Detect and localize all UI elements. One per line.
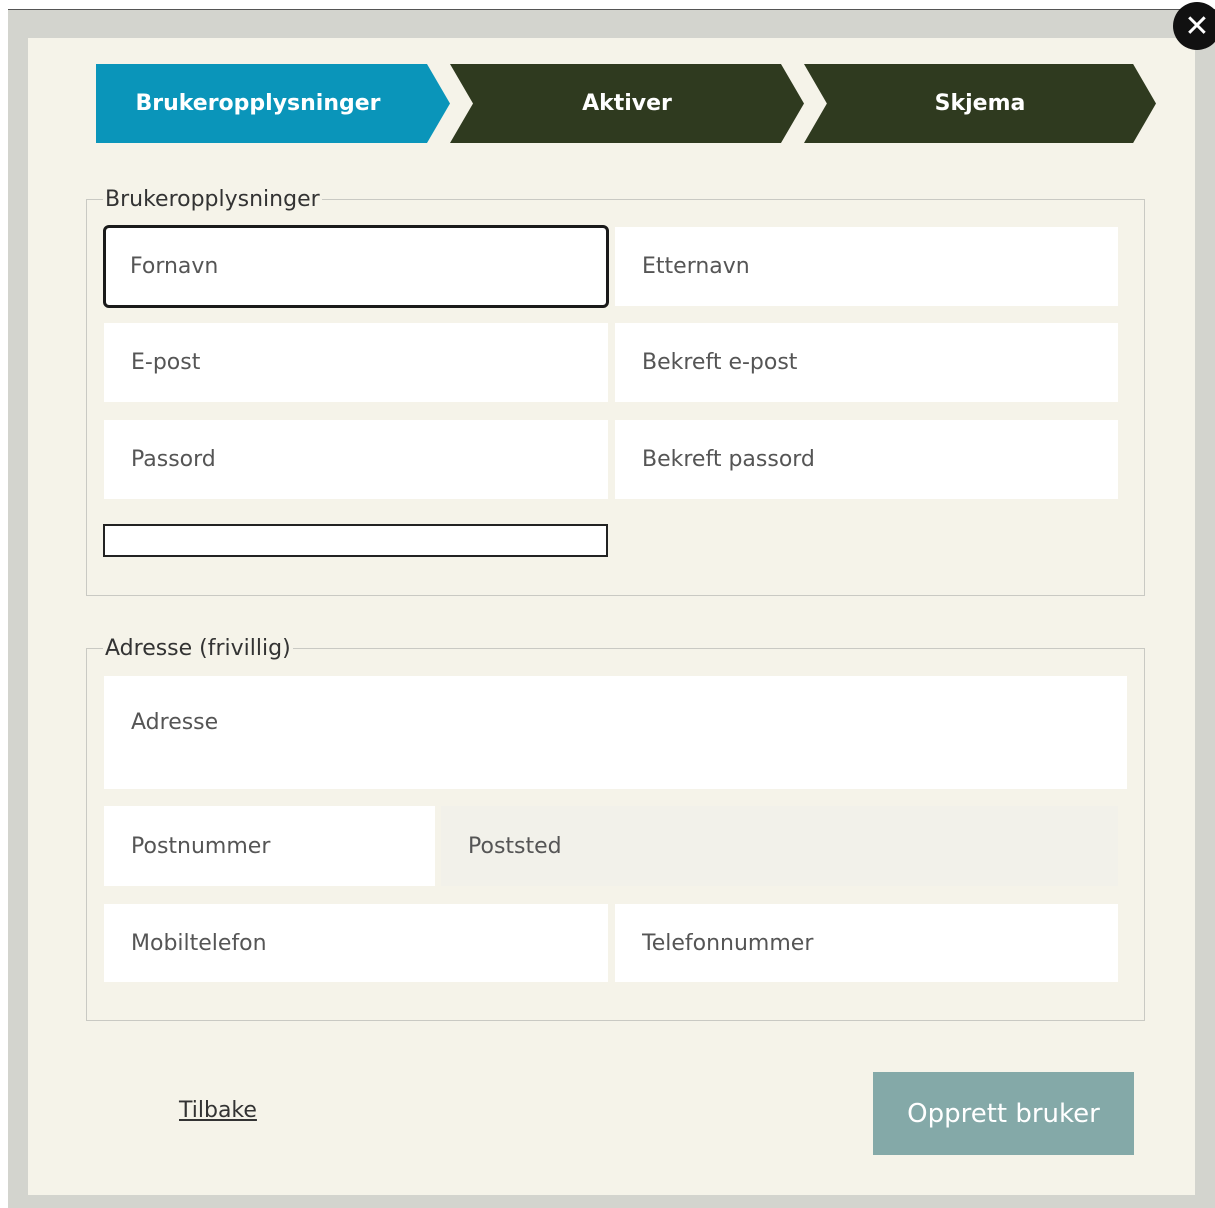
step-user-info[interactable]: Brukeropplysninger: [96, 64, 450, 143]
create-user-button[interactable]: Opprett bruker: [873, 1072, 1134, 1155]
confirm-email-field[interactable]: [615, 323, 1118, 402]
mobile-input[interactable]: [131, 930, 608, 956]
close-icon: ✕: [1184, 8, 1210, 44]
user-info-legend: Brukeropplysninger: [105, 187, 320, 212]
back-link[interactable]: Tilbake: [179, 1098, 257, 1123]
confirm-password-input[interactable]: [642, 447, 1118, 472]
window-left-edge: [0, 10, 8, 1208]
first-name-field[interactable]: [103, 225, 609, 308]
mobile-field[interactable]: [104, 904, 608, 982]
confirm-email-input[interactable]: [642, 350, 1118, 375]
address-field[interactable]: [104, 676, 1127, 789]
password-strength-meter: [103, 524, 608, 557]
phone-input[interactable]: [642, 930, 1118, 956]
address-legend: Adresse (frivillig): [105, 636, 291, 661]
step-label: Skjema: [934, 91, 1026, 116]
password-input[interactable]: [131, 447, 608, 472]
postal-code-input[interactable]: [131, 833, 435, 859]
step-form[interactable]: Skjema: [804, 64, 1156, 143]
email-field[interactable]: [104, 323, 608, 402]
step-label: Aktiver: [582, 91, 672, 116]
step-progress: Brukeropplysninger Aktiver Skjema: [96, 64, 1156, 143]
window-top-edge: [0, 0, 1215, 10]
email-input[interactable]: [131, 350, 608, 375]
password-field[interactable]: [104, 420, 608, 499]
last-name-input[interactable]: [642, 254, 1118, 279]
last-name-field[interactable]: [615, 227, 1118, 306]
city-input: [468, 833, 1118, 859]
close-button[interactable]: ✕: [1173, 2, 1215, 50]
confirm-password-field[interactable]: [615, 420, 1118, 499]
step-activate[interactable]: Aktiver: [450, 64, 804, 143]
postal-code-field[interactable]: [104, 806, 435, 886]
first-name-input[interactable]: [130, 254, 606, 279]
address-input[interactable]: [131, 710, 1127, 735]
phone-field[interactable]: [615, 904, 1118, 982]
city-field: [441, 806, 1118, 886]
step-label: Brukeropplysninger: [135, 91, 381, 116]
